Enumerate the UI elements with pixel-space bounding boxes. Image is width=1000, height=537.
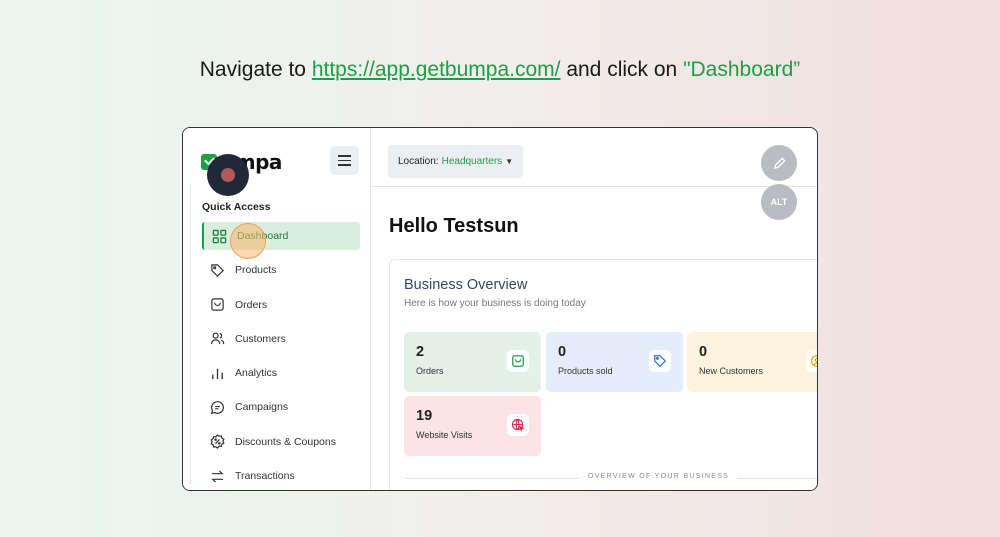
sidebar-item-products[interactable]: Products xyxy=(202,256,360,284)
tag-icon xyxy=(210,263,225,278)
edit-pencil-button[interactable] xyxy=(761,145,797,181)
location-selector[interactable]: Location: Headquarters ▼ xyxy=(388,145,524,178)
sidebar-item-orders[interactable]: Orders xyxy=(202,291,360,319)
sidebar-item-discounts[interactable]: Discounts & Coupons xyxy=(202,428,360,456)
app-screenshot-frame: umpa Quick Access Dashboard Products xyxy=(182,127,818,491)
users-icon xyxy=(210,331,225,346)
stat-card-products-sold[interactable]: 0 Products sold xyxy=(546,332,683,392)
instruction-prefix: Navigate to xyxy=(199,58,312,81)
bar-chart-icon xyxy=(210,366,225,381)
bag-icon xyxy=(210,297,225,312)
sidebar-item-dashboard[interactable]: Dashboard xyxy=(202,222,360,250)
sidebar-item-label: Orders xyxy=(235,298,268,311)
sidebar-item-transactions[interactable]: Transactions xyxy=(202,462,360,490)
stat-card-website-visits[interactable]: 19 Website Visits xyxy=(404,396,541,456)
sidebar-item-analytics[interactable]: Analytics xyxy=(202,359,360,387)
sidebar-item-label: Customers xyxy=(235,332,286,345)
sidebar-item-label: Discounts & Coupons xyxy=(235,435,336,448)
instruction-url-link[interactable]: https://app.getbumpa.com/ xyxy=(312,58,561,81)
recording-indicator-icon xyxy=(207,154,249,196)
quick-access-title: Quick Access xyxy=(202,201,271,213)
bag-icon xyxy=(507,350,529,372)
location-label: Location: xyxy=(398,156,439,167)
top-bar: Location: Headquarters ▼ xyxy=(371,128,817,187)
hamburger-menu-button[interactable] xyxy=(330,146,359,175)
sidebar-item-label: Analytics xyxy=(235,367,278,380)
sidebar-item-label: Campaigns xyxy=(235,401,289,414)
grid-icon xyxy=(212,229,227,244)
chat-icon xyxy=(210,400,225,415)
sidebar-item-label: Products xyxy=(235,264,277,277)
globe-cursor-icon xyxy=(507,414,529,436)
sidebar-item-label: Transactions xyxy=(235,470,295,483)
sidebar-nav: Dashboard Products Orders Customers xyxy=(202,222,360,490)
overview-title: Business Overview xyxy=(404,277,528,293)
sidebar-item-campaigns[interactable]: Campaigns xyxy=(202,393,360,421)
overview-caption: OVERVIEW OF YOUR BUSINESS xyxy=(580,473,738,480)
tag-icon xyxy=(649,350,671,372)
location-value: Headquarters xyxy=(441,156,503,167)
percent-badge-icon xyxy=(210,434,225,450)
sidebar-item-customers[interactable]: Customers xyxy=(202,325,360,353)
click-target-indicator xyxy=(230,223,266,259)
user-circle-icon xyxy=(806,350,817,372)
stat-value: 0 xyxy=(699,344,708,360)
transfer-icon xyxy=(210,469,225,484)
stat-card-new-customers[interactable]: 0 New Customers xyxy=(687,332,817,392)
stat-label: New Customers xyxy=(699,366,764,376)
instruction-text: Navigate to https://app.getbumpa.com/ an… xyxy=(0,58,1000,82)
business-overview-card: Business Overview Here is how your busin… xyxy=(389,259,817,490)
page-greeting: Hello Testsun xyxy=(389,215,519,237)
overview-subtitle: Here is how your business is doing today xyxy=(404,298,586,309)
sidebar: umpa Quick Access Dashboard Products xyxy=(183,128,371,490)
caret-down-icon: ▼ xyxy=(505,157,514,166)
pencil-icon xyxy=(773,156,786,169)
instruction-target: "Dashboard” xyxy=(683,58,801,81)
instruction-middle: and click on xyxy=(560,58,684,81)
alt-text-button[interactable]: ALT xyxy=(761,184,797,220)
stat-card-orders[interactable]: 2 Orders xyxy=(404,332,541,392)
